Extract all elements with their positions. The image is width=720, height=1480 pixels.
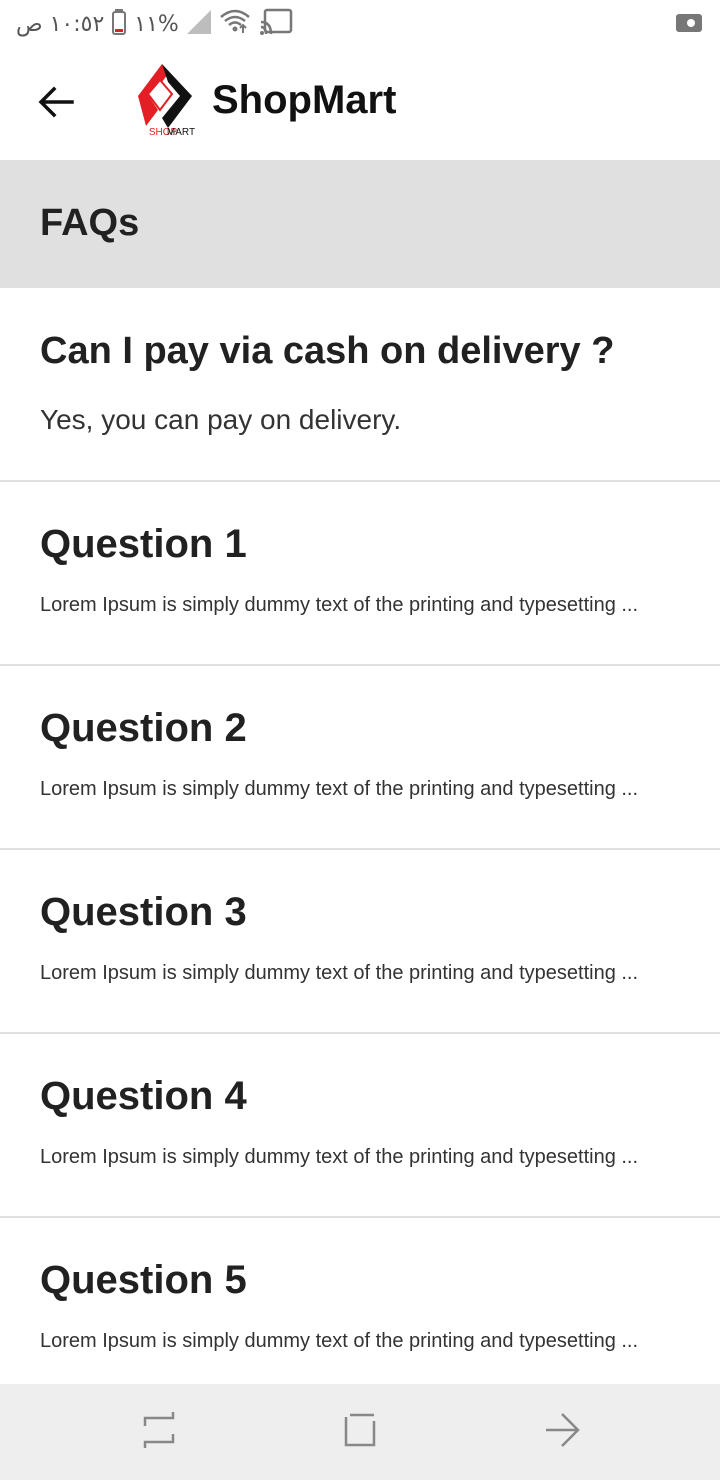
faq-answer: Lorem Ipsum is simply dummy text of the … <box>40 1146 639 1168</box>
signal-icon <box>186 9 211 39</box>
faq-item[interactable]: Question 4 Lorem Ipsum is simply dummy t… <box>0 1034 720 1218</box>
faq-question: Question 3 <box>40 890 247 934</box>
faq-item[interactable]: Question 1 Lorem Ipsum is simply dummy t… <box>0 482 720 666</box>
arrow-back-icon <box>38 86 74 123</box>
system-nav-bar <box>0 1384 720 1480</box>
faq-answer: Lorem Ipsum is simply dummy text of the … <box>40 594 639 616</box>
faq-question: Question 2 <box>40 706 247 750</box>
home-button[interactable] <box>336 1408 384 1456</box>
wifi-icon <box>219 9 251 40</box>
back-button[interactable] <box>28 76 84 132</box>
faq-item[interactable]: Question 2 Lorem Ipsum is simply dummy t… <box>0 666 720 850</box>
faq-answer: Yes, you can pay on delivery. <box>40 404 402 435</box>
status-bar: ١٠:٥٢ ص %١١ <box>0 0 720 48</box>
nav-back-button[interactable] <box>538 1408 586 1456</box>
status-time: ١٠:٥٢ ص <box>16 11 105 37</box>
status-right <box>674 10 704 41</box>
cast-icon <box>259 8 293 41</box>
faq-question: Question 4 <box>40 1074 247 1118</box>
faq-list: Can I pay via cash on delivery ? Yes, yo… <box>0 288 720 1384</box>
battery-icon <box>112 8 127 40</box>
battery-percent: %١١ <box>134 11 179 37</box>
faq-question: Can I pay via cash on delivery ? <box>40 330 615 372</box>
status-left: ١٠:٥٢ ص %١١ <box>16 8 293 40</box>
faq-question: Question 1 <box>40 522 247 566</box>
back-icon <box>544 1410 580 1455</box>
section-title: FAQs <box>40 202 140 244</box>
recents-button[interactable] <box>135 1408 183 1456</box>
faq-item[interactable]: Can I pay via cash on delivery ? Yes, yo… <box>0 288 720 482</box>
faq-answer: Lorem Ipsum is simply dummy text of the … <box>40 778 639 800</box>
faq-question: Question 5 <box>40 1258 247 1302</box>
app-bar: SHOP MART ShopMart <box>0 48 720 160</box>
shopmart-logo: SHOP MART <box>128 60 198 140</box>
faq-item[interactable]: Question 3 Lorem Ipsum is simply dummy t… <box>0 850 720 1034</box>
faq-item[interactable]: Question 5 Lorem Ipsum is simply dummy t… <box>0 1218 720 1384</box>
faq-answer: Lorem Ipsum is simply dummy text of the … <box>40 962 639 984</box>
section-header: FAQs <box>0 160 720 288</box>
svg-text:MART: MART <box>167 127 195 138</box>
faq-answer: Lorem Ipsum is simply dummy text of the … <box>40 1330 639 1352</box>
video-record-icon <box>674 14 704 40</box>
home-icon <box>342 1411 378 1454</box>
app-title: ShopMart <box>212 78 397 122</box>
recents-icon <box>141 1410 177 1455</box>
